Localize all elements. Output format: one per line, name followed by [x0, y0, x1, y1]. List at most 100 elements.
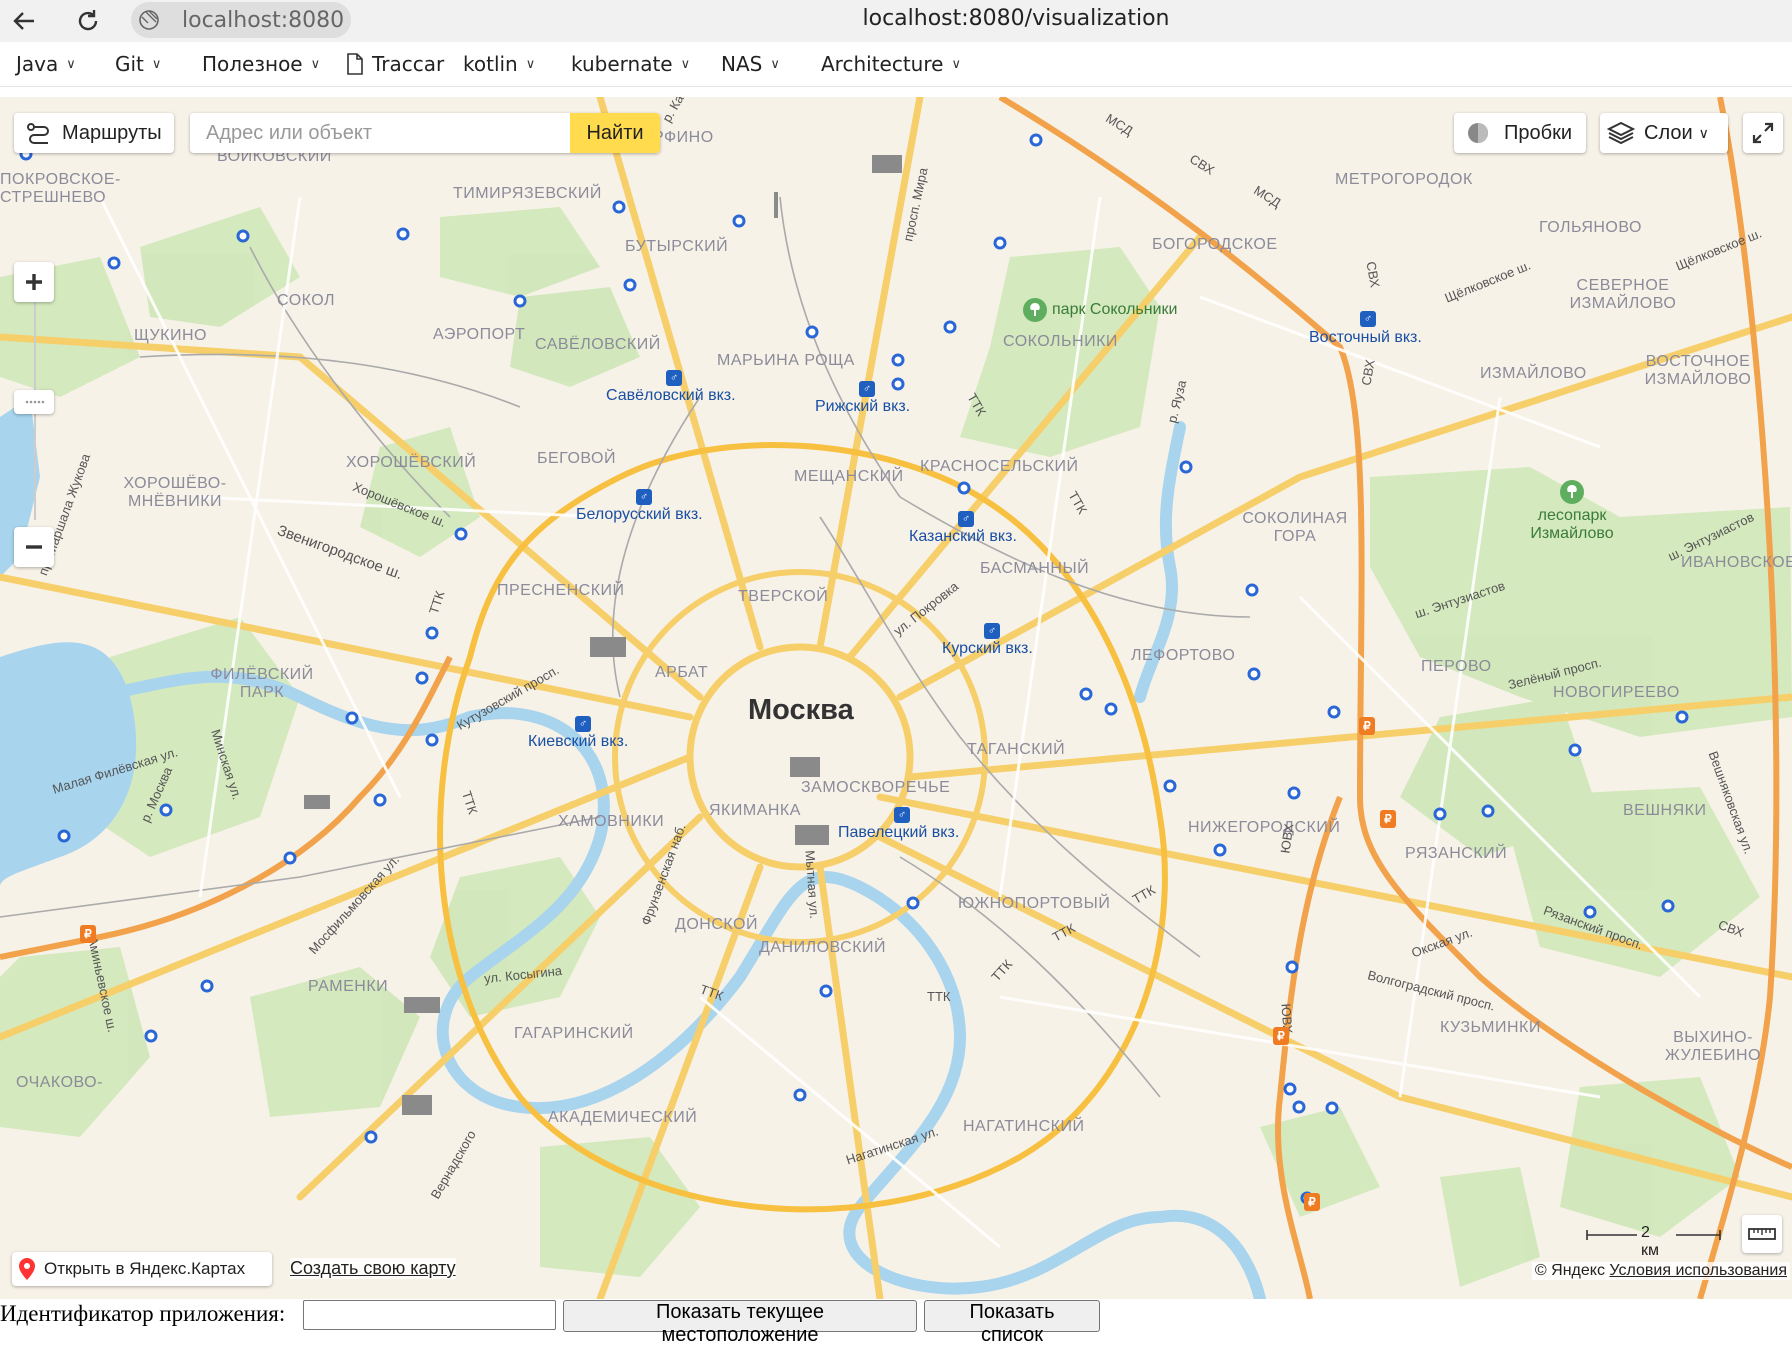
district-label: ГАГАРИНСКИЙ — [514, 1025, 634, 1042]
station-label: Белорусский вкз. — [576, 506, 703, 523]
district-label: СОКОЛ — [277, 292, 336, 309]
district-label: БУТЫРСКИЙ — [625, 238, 729, 255]
station-label: Савёловский вкз. — [606, 387, 736, 404]
district-label: СЕВЕРНОЕ ИЗМАЙЛОВО — [1569, 277, 1677, 312]
open-yandex-maps-link[interactable]: Открыть в Яндекс.Картах — [12, 1252, 272, 1286]
map-area[interactable]: ВОЙКОВСКИЙ ТИМИРЯЗЕВСКИЙ БУТЫРСКИЙ МАРФИ… — [0, 97, 1792, 1299]
routes-button[interactable]: Маршруты — [14, 113, 174, 153]
district-label: ХОРОШЁВСКИЙ — [346, 454, 477, 471]
district-label: СОКОЛИНАЯ ГОРА — [1242, 510, 1348, 545]
city-label: Москва — [748, 694, 854, 726]
fullscreen-button[interactable] — [1743, 113, 1783, 153]
district-label: АЭРОПОРТ — [433, 326, 526, 343]
district-label: КУЗЬМИНКИ — [1440, 1019, 1541, 1036]
district-label: ИЗМАЙЛОВО — [1480, 365, 1587, 382]
district-label: МЕТРОГОРОДОК — [1335, 171, 1473, 188]
find-button[interactable]: Найти — [570, 113, 660, 153]
district-label: ХАМОВНИКИ — [558, 813, 665, 830]
district-label: БАСМАННЫЙ — [980, 560, 1090, 577]
layers-icon — [1606, 121, 1636, 145]
back-button[interactable] — [6, 3, 42, 39]
bookmark-kubernate[interactable]: kubernate ∨ — [571, 52, 690, 76]
bookmark-java[interactable]: Java ∨ — [16, 52, 76, 76]
street-label: ТТК — [927, 989, 951, 1004]
traffic-button[interactable]: Пробки — [1454, 113, 1586, 153]
chevron-down-icon: ∨ — [66, 56, 76, 72]
district-label: АКАДЕМИЧЕСКИЙ — [548, 1109, 698, 1126]
district-label: БЕГОВОЙ — [537, 450, 616, 467]
zoom-in-button[interactable] — [14, 262, 54, 302]
district-label: САВЁЛОВСКИЙ — [535, 336, 661, 353]
district-label: ПОКРОВСКОЕ-СТРЕШНЕВО — [0, 171, 121, 206]
train-station-icon: ♂ — [859, 381, 875, 397]
ruler-icon — [1748, 1228, 1776, 1240]
search-box: Найти — [190, 113, 660, 153]
station-label: Курский вкз. — [942, 640, 1033, 657]
reload-icon — [78, 10, 98, 31]
browser-toolbar: localhost:8080 localhost:8080/visualizat… — [0, 0, 1792, 42]
district-label: ТАГАНСКИЙ — [967, 741, 1066, 758]
reload-button[interactable] — [70, 3, 106, 39]
traffic-icon — [1468, 123, 1488, 143]
back-arrow-icon — [13, 12, 34, 30]
train-station-icon: ♂ — [984, 623, 1000, 639]
gas-station-icon: ₽ — [1380, 810, 1396, 828]
ruler-button[interactable] — [1742, 1215, 1782, 1253]
bookmarks-bar: Java ∨ Git ∨ Полезное ∨ Traccar kotlin ∨ kub… — [0, 42, 1792, 87]
district-label: ТИМИРЯЗЕВСКИЙ — [453, 185, 602, 202]
train-station-icon: ♂ — [575, 716, 591, 732]
chevron-down-icon: ∨ — [525, 56, 536, 72]
district-label: ПРЕСНЕНСКИЙ — [497, 582, 625, 599]
url-host: localhost:8080 — [182, 8, 345, 33]
copyright: © Яндекс Условия использования — [1531, 1262, 1790, 1280]
station-label: Казанский вкз. — [909, 528, 1017, 545]
bookmark-traccar[interactable]: Traccar — [346, 52, 444, 76]
bookmark-architecture[interactable]: Architecture ∨ — [821, 52, 961, 76]
park-label: парк Сокольники — [1052, 301, 1178, 318]
terms-link[interactable]: Условия использования — [1609, 1262, 1787, 1279]
bookmark-kotlin[interactable]: kotlin ∨ — [463, 52, 535, 76]
park-label: лесопарк Измайлово — [1530, 507, 1614, 542]
zoom-slider-handle[interactable] — [14, 390, 54, 414]
search-input[interactable] — [190, 113, 570, 153]
station-label: Киевский вкз. — [528, 733, 629, 750]
district-label: ГОЛЬЯНОВО — [1539, 219, 1642, 236]
district-label: ЮЖНОПОРТОВЫЙ — [958, 895, 1111, 912]
park-icon — [1023, 298, 1047, 322]
district-label: ВЕШНЯКИ — [1623, 802, 1707, 819]
create-map-link[interactable]: Создать свою карту — [290, 1258, 456, 1279]
district-label: МАРЬИНА РОЩА — [717, 352, 855, 369]
bookmark-useful[interactable]: Полезное ∨ — [202, 52, 320, 76]
district-label: ЛЕФОРТОВО — [1131, 647, 1236, 664]
station-label: Павелецкий вкз. — [838, 824, 960, 841]
app-id-label: Идентификатор приложения: — [0, 1301, 286, 1326]
district-label: ОЧАКОВО- — [16, 1074, 103, 1091]
chevron-down-icon: ∨ — [770, 56, 780, 72]
chevron-down-icon: ∨ — [310, 56, 321, 72]
bookmark-git[interactable]: Git ∨ — [115, 52, 161, 76]
district-label: НОВОГИРЕЕВО — [1553, 684, 1680, 701]
train-station-icon: ♂ — [1360, 311, 1376, 327]
site-info-icon[interactable] — [137, 8, 161, 32]
district-label: БОГОРОДСКОЕ — [1152, 236, 1278, 253]
train-station-icon: ♂ — [894, 807, 910, 823]
train-station-icon: ♂ — [636, 489, 652, 505]
district-label: РАМЕНКИ — [308, 978, 389, 995]
route-icon — [27, 123, 49, 144]
district-label: ФИЛЁВСКИЙ ПАРК — [210, 666, 314, 701]
bookmark-nas[interactable]: NAS ∨ — [721, 52, 780, 76]
district-label: СОКОЛЬНИКИ — [1003, 333, 1118, 350]
district-label: ТВЕРСКОЙ — [738, 588, 829, 605]
location-pin-icon — [19, 1258, 35, 1280]
zoom-out-button[interactable] — [14, 527, 54, 567]
show-location-button[interactable]: Показать текущее местоположение — [563, 1300, 917, 1346]
app-id-input[interactable] — [303, 1300, 556, 1330]
park-icon — [1560, 480, 1584, 504]
show-list-button[interactable]: Показать список — [924, 1300, 1100, 1346]
district-label: ПЕРОВО — [1421, 658, 1492, 675]
train-station-icon: ♂ — [958, 511, 974, 527]
app-id-form: Идентификатор приложения: Показать текущ… — [0, 1299, 1792, 1346]
gas-station-icon: ₽ — [80, 925, 96, 943]
url-pill[interactable]: localhost:8080 — [131, 2, 351, 38]
layers-button[interactable]: Слои ∨ — [1600, 113, 1728, 153]
